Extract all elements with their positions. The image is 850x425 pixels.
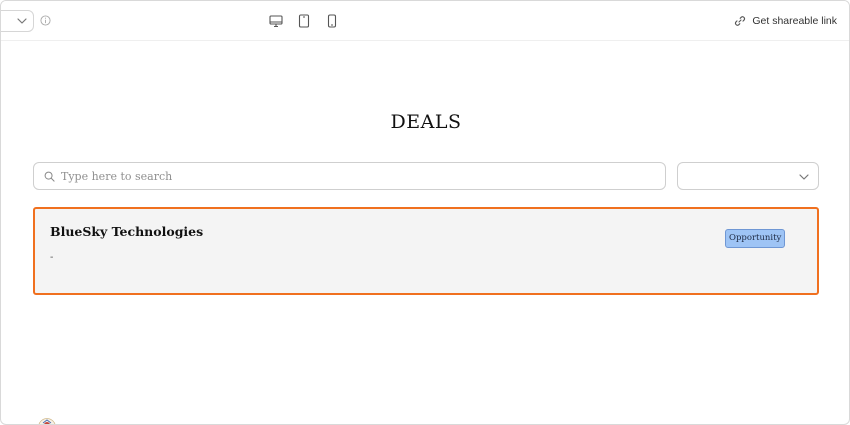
share-link-label: Get shareable link bbox=[752, 15, 837, 27]
deal-stage-badge: Opportunity bbox=[725, 229, 786, 248]
get-shareable-link-button[interactable]: Get shareable link bbox=[734, 13, 837, 29]
page-selector-dropdown[interactable] bbox=[1, 10, 34, 32]
search-input[interactable] bbox=[61, 169, 641, 183]
desktop-icon[interactable] bbox=[268, 13, 284, 29]
deal-subtitle: - bbox=[50, 252, 54, 263]
page-title: DEALS bbox=[390, 111, 462, 133]
deal-name: BlueSky Technologies bbox=[50, 224, 204, 239]
mobile-icon[interactable] bbox=[324, 13, 340, 29]
deal-card[interactable]: BlueSky Technologies - Opportunity bbox=[33, 207, 819, 295]
avatar[interactable] bbox=[38, 418, 56, 425]
top-toolbar: Get shareable link bbox=[1, 1, 849, 41]
chevron-down-icon bbox=[17, 18, 27, 24]
chevron-down-icon bbox=[799, 174, 809, 180]
search-icon bbox=[44, 171, 55, 182]
link-icon bbox=[735, 16, 746, 26]
app-frame: Get shareable link DEALS BlueSky Technol… bbox=[0, 0, 850, 425]
search-box[interactable] bbox=[33, 162, 666, 190]
info-icon[interactable] bbox=[40, 15, 51, 26]
filter-dropdown[interactable] bbox=[677, 162, 819, 190]
tablet-icon[interactable] bbox=[296, 13, 312, 29]
